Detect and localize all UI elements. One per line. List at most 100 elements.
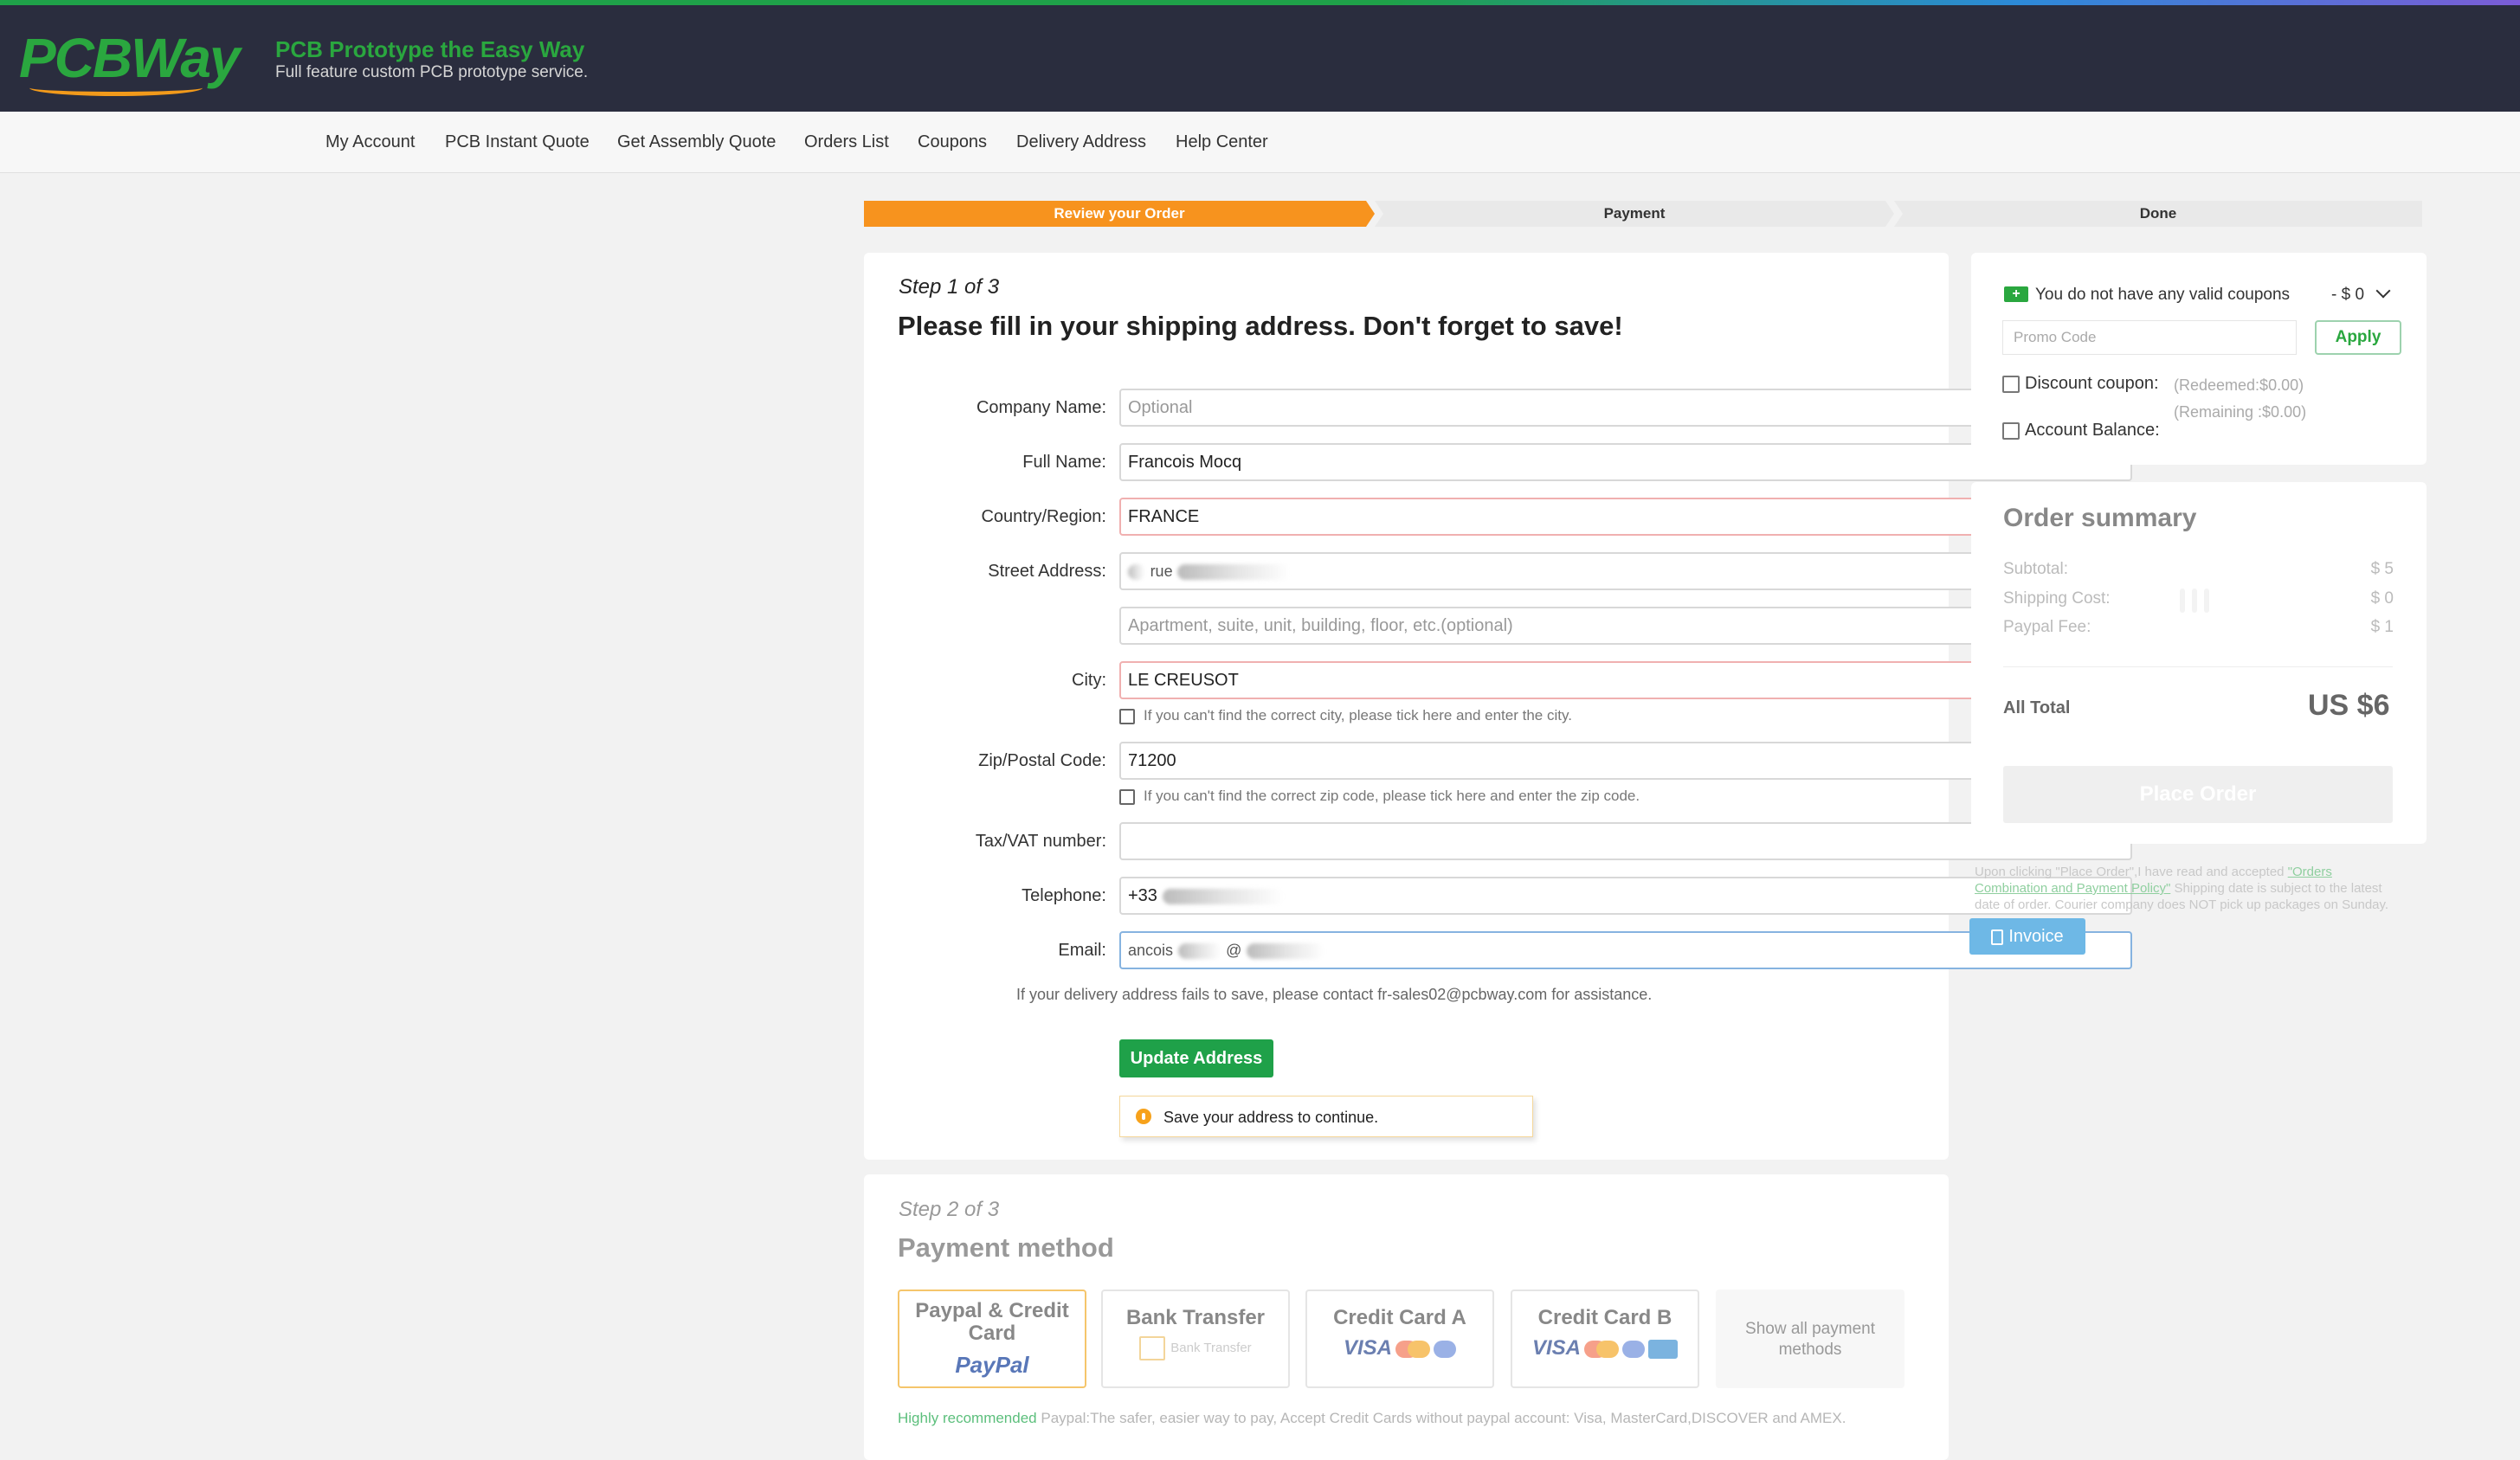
payment-option-credit-card-b[interactable]: Credit Card B VISA [1511, 1290, 1699, 1388]
redeemed-amount: (Redeemed:$0.00) [2174, 376, 2304, 394]
payment-option-bank-transfer[interactable]: Bank Transfer Bank Transfer [1101, 1290, 1290, 1388]
company-label: Company Name: [976, 398, 1106, 417]
paypal-logo-icon: PayPal [955, 1352, 1029, 1378]
promo-code-input[interactable]: Promo Code [2002, 320, 2297, 355]
discount-coupon-row[interactable]: Discount coupon: [2002, 374, 2159, 394]
invoice-button[interactable]: Invoice [1969, 918, 2085, 955]
paypal-fee-label: Paypal Fee: [2003, 618, 2091, 636]
zip-manual-checkbox[interactable] [1119, 788, 1135, 805]
account-balance-checkbox[interactable] [2002, 421, 2020, 440]
city-manual-check-row[interactable]: If you can't find the correct city, plea… [1119, 707, 1572, 724]
save-address-tooltip: Save your address to continue. [1119, 1096, 1533, 1137]
coupon-icon: + [2004, 286, 2028, 302]
assist-note: If your delivery address fails to save, … [1016, 986, 1653, 1003]
city-check-text: If you can't find the correct city, plea… [1144, 707, 1572, 724]
order-summary-title: Order summary [2003, 504, 2197, 532]
document-icon [1991, 929, 2004, 945]
coupon-value[interactable]: - $ 0 [2331, 286, 2364, 305]
email-label: Email: [1058, 941, 1106, 960]
payment-recommendation: Highly recommended Paypal:The safer, eas… [898, 1410, 1846, 1427]
summary-divider [2003, 666, 2393, 667]
bank-icon: Bank Transfer [1103, 1336, 1288, 1360]
redacted-blur [1162, 888, 1284, 904]
city-value: LE CREUSOT [1128, 671, 1239, 690]
main-nav: My Account PCB Instant Quote Get Assembl… [0, 112, 2520, 173]
logo-swoosh-icon [29, 80, 203, 96]
subtotal-value: $ 5 [2370, 560, 2394, 578]
nav-orders-list[interactable]: Orders List [804, 132, 889, 152]
payment-option-name: Credit Card A [1333, 1306, 1466, 1329]
payment-option-paypal[interactable]: Paypal & Credit Card PayPal [898, 1290, 1086, 1388]
email-visible-a: ancois [1128, 942, 1174, 959]
remaining-amount: (Remaining :$0.00) [2174, 403, 2307, 421]
account-balance-label: Account Balance: [2025, 421, 2160, 440]
zip-label: Zip/Postal Code: [978, 751, 1106, 770]
tooltip-text: Save your address to continue. [1163, 1109, 1379, 1126]
country-value: FRANCE [1128, 507, 1200, 526]
nav-delivery-address[interactable]: Delivery Address [1016, 132, 1146, 152]
payment-option-name: Paypal & Credit Card [915, 1299, 1069, 1345]
paypal-fee-value: $ 1 [2370, 618, 2394, 636]
fine-print-text: Upon clicking "Place Order",I have read … [1975, 865, 2288, 879]
city-manual-checkbox[interactable] [1119, 708, 1135, 724]
step2-label: Step 2 of 3 [899, 1198, 1000, 1221]
place-order-button[interactable]: Place Order [2003, 766, 2393, 823]
progress-step-review: Review your Order [864, 201, 1375, 227]
progress-step-payment: Payment [1375, 201, 1894, 227]
update-address-button[interactable]: Update Address [1119, 1039, 1273, 1077]
full-name-label: Full Name: [1022, 453, 1106, 472]
all-total-value: US $6 [2308, 689, 2390, 722]
progress-step-done: Done [1894, 201, 2422, 227]
recommend-text: Paypal:The safer, easier way to pay, Acc… [1041, 1410, 1846, 1426]
telephone-prefix: +33 [1128, 886, 1157, 905]
loading-spinner-icon [2180, 589, 2216, 617]
checkout-progress: Review your Order Payment Done [864, 201, 2422, 227]
card-logos-icon: VISA [1512, 1336, 1698, 1360]
street-visible-text: rue [1150, 563, 1173, 580]
site-header: PCBWay PCB Prototype the Easy Way Full f… [0, 5, 2520, 112]
payment-option-name: Credit Card B [1537, 1306, 1672, 1329]
zip-manual-check-row[interactable]: If you can't find the correct zip code, … [1119, 788, 1640, 805]
payment-option-credit-card-a[interactable]: Credit Card A VISA [1305, 1290, 1494, 1388]
shipping-cost-value: $ 0 [2370, 589, 2394, 608]
nav-pcb-instant-quote[interactable]: PCB Instant Quote [445, 132, 590, 152]
nav-help-center[interactable]: Help Center [1176, 132, 1268, 152]
redacted-blur [1247, 942, 1324, 959]
apply-promo-button[interactable]: Apply [2315, 320, 2401, 355]
redacted-blur [1177, 563, 1291, 580]
redacted-blur [1128, 563, 1145, 580]
step1-label: Step 1 of 3 [899, 275, 1000, 299]
nav-assembly-quote[interactable]: Get Assembly Quote [617, 132, 776, 152]
zip-check-text: If you can't find the correct zip code, … [1144, 788, 1640, 804]
account-balance-row[interactable]: Account Balance: [2002, 421, 2160, 441]
step2-title: Payment method [898, 1232, 1114, 1263]
nav-my-account[interactable]: My Account [325, 132, 415, 152]
discount-coupon-checkbox[interactable] [2002, 375, 2020, 393]
tax-label: Tax/VAT number: [975, 832, 1106, 851]
coupon-status: You do not have any valid coupons [2035, 286, 2291, 304]
show-all-payment-methods[interactable]: Show all payment methods [1716, 1290, 1905, 1388]
tagline-subtitle: Full feature custom PCB prototype servic… [275, 63, 589, 81]
recommend-highlight: Highly recommended [898, 1410, 1037, 1426]
shipping-cost-label: Shipping Cost: [2003, 589, 2111, 608]
street-label: Street Address: [988, 562, 1106, 581]
zip-value: 71200 [1128, 751, 1176, 770]
country-label: Country/Region: [981, 507, 1106, 526]
order-fine-print: Upon clicking "Place Order",I have read … [1975, 864, 2407, 913]
discount-coupon-label: Discount coupon: [2025, 374, 2159, 393]
location-pin-icon [1136, 1109, 1151, 1124]
payment-option-name: Bank Transfer [1125, 1306, 1266, 1329]
city-label: City: [1072, 671, 1106, 690]
email-visible-b: @ [1226, 942, 1242, 959]
nav-coupons[interactable]: Coupons [918, 132, 987, 152]
tagline: PCB Prototype the Easy Way Full feature … [275, 36, 588, 83]
step1-title: Please fill in your shipping address. Do… [898, 311, 1623, 341]
pcbway-logo[interactable]: PCBWay [19, 26, 241, 96]
subtotal-label: Subtotal: [2003, 560, 2068, 578]
telephone-label: Telephone: [1022, 886, 1106, 905]
tagline-title: PCB Prototype the Easy Way [275, 36, 585, 62]
invoice-label: Invoice [2008, 927, 2064, 946]
card-logos-icon: VISA [1307, 1336, 1492, 1360]
redacted-blur [1177, 942, 1221, 959]
all-total-label: All Total [2003, 698, 2071, 717]
